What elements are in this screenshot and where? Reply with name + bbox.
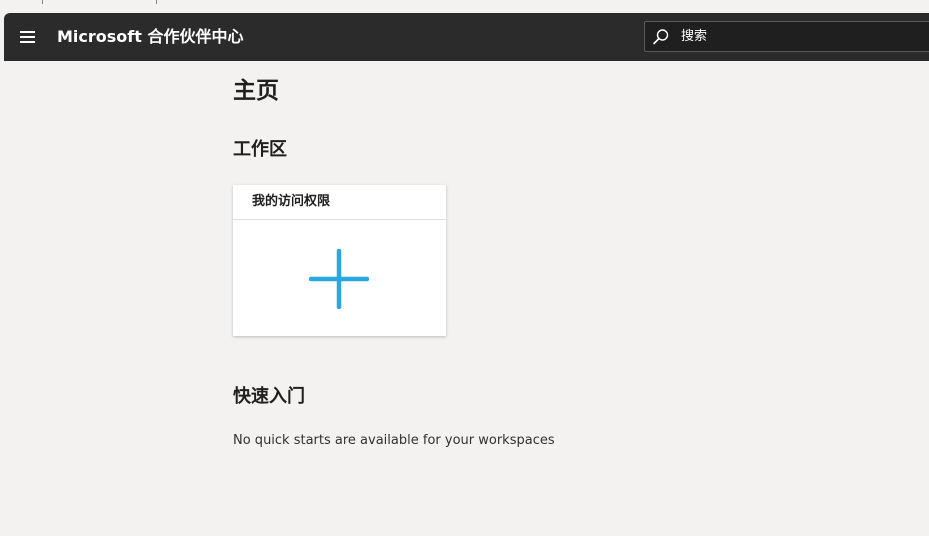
plus-icon xyxy=(309,249,369,309)
app-window: Microsoft 合作伙伴中心 搜索 主页 工作区 我的访问权限 快速入门 N… xyxy=(4,13,929,536)
search-icon xyxy=(653,29,669,45)
divider xyxy=(156,0,157,4)
page-title: 主页 xyxy=(233,78,279,104)
workspace-tile-my-access[interactable]: 我的访问权限 xyxy=(233,185,446,336)
top-header-bar: Microsoft 合作伙伴中心 搜索 xyxy=(4,13,929,61)
search-box[interactable]: 搜索 xyxy=(644,21,929,52)
browser-top-strip xyxy=(0,0,929,13)
tile-label: 我的访问权限 xyxy=(252,194,331,209)
tile-header: 我的访问权限 xyxy=(233,185,446,220)
quick-starts-heading: 快速入门 xyxy=(233,386,305,407)
divider xyxy=(42,0,43,4)
workspaces-heading: 工作区 xyxy=(233,139,287,160)
search-placeholder: 搜索 xyxy=(681,29,708,44)
hamburger-menu-icon[interactable] xyxy=(18,28,38,46)
app-title[interactable]: Microsoft 合作伙伴中心 xyxy=(57,26,243,48)
quick-starts-empty-message: No quick starts are available for your w… xyxy=(233,433,555,448)
